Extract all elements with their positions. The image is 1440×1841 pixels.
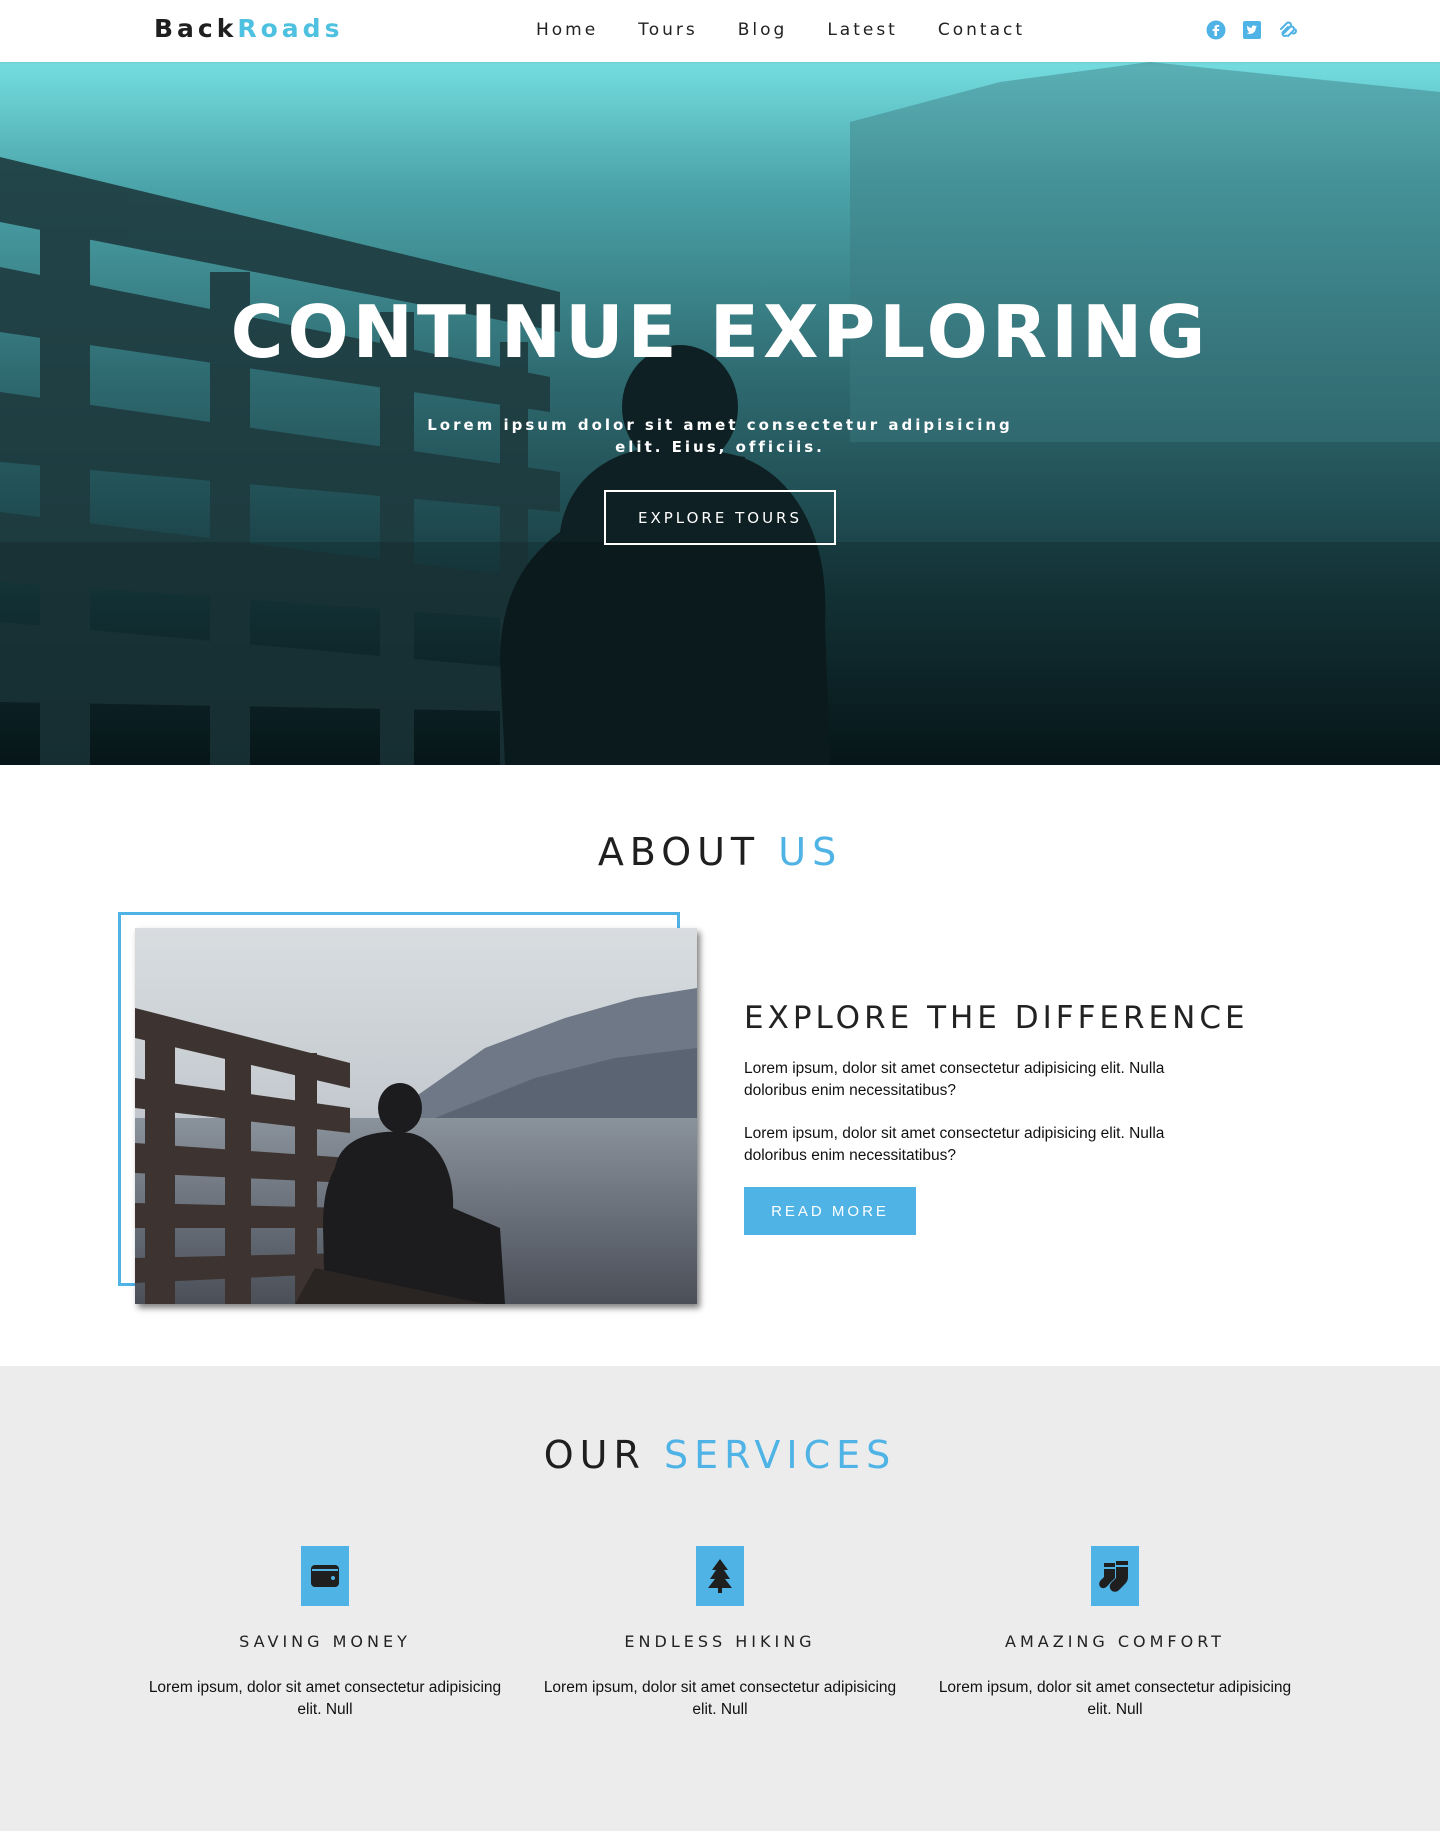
hero-subtitle: Lorem ipsum dolor sit amet consectetur a… bbox=[427, 416, 1013, 456]
logo-text-back: Back bbox=[154, 14, 238, 43]
service-title: ENDLESS HIKING bbox=[624, 1632, 816, 1651]
squarespace-icon[interactable] bbox=[1278, 20, 1298, 40]
nav-link-latest[interactable]: Latest bbox=[827, 20, 898, 40]
twitter-icon[interactable] bbox=[1242, 20, 1262, 40]
nav-menu: Home Tours Blog Latest Contact bbox=[536, 20, 1065, 40]
service-card-saving-money: SAVING MONEY Lorem ipsum, dolor sit amet… bbox=[140, 1546, 510, 1721]
logo-text-roads: Roads bbox=[237, 14, 344, 43]
service-title: AMAZING COMFORT bbox=[1005, 1632, 1225, 1651]
about-title-highlight: US bbox=[778, 830, 843, 874]
about-section-title: ABOUT US bbox=[0, 830, 1440, 874]
hero-title: CONTINUE EXPLORING bbox=[230, 290, 1210, 374]
tree-icon bbox=[696, 1546, 744, 1606]
nav-link-contact[interactable]: Contact bbox=[938, 20, 1025, 40]
service-card-endless-hiking: ENDLESS HIKING Lorem ipsum, dolor sit am… bbox=[535, 1546, 905, 1721]
services-title-main: OUR bbox=[543, 1433, 646, 1477]
top-navbar: BackRoads Home Tours Blog Latest Contact bbox=[0, 0, 1440, 62]
about-photo bbox=[135, 928, 697, 1304]
service-text: Lorem ipsum, dolor sit amet consectetur … bbox=[148, 1679, 502, 1718]
social-links bbox=[1206, 20, 1298, 40]
nav-link-tours[interactable]: Tours bbox=[638, 20, 698, 40]
about-paragraph-2: Lorem ipsum, dolor sit amet consectetur … bbox=[744, 1125, 1165, 1164]
services-section: OUR SERVICES SAVING MONEY Lorem ipsum, d… bbox=[0, 1366, 1440, 1831]
service-title: SAVING MONEY bbox=[239, 1632, 411, 1651]
wallet-icon bbox=[301, 1546, 349, 1606]
services-section-title: OUR SERVICES bbox=[0, 1433, 1440, 1477]
nav-link-home[interactable]: Home bbox=[536, 20, 598, 40]
hero-banner: CONTINUE EXPLORING Lorem ipsum dolor sit… bbox=[0, 62, 1440, 765]
nav-link-blog[interactable]: Blog bbox=[738, 20, 788, 40]
about-heading: EXPLORE THE DIFFERENCE bbox=[744, 1000, 1249, 1036]
about-title-main: ABOUT bbox=[597, 830, 761, 874]
facebook-icon[interactable] bbox=[1206, 20, 1226, 40]
about-paragraph-1: Lorem ipsum, dolor sit amet consectetur … bbox=[744, 1060, 1165, 1099]
socks-icon bbox=[1091, 1546, 1139, 1606]
explore-tours-button[interactable]: EXPLORE TOURS bbox=[604, 490, 836, 545]
service-text: Lorem ipsum, dolor sit amet consectetur … bbox=[543, 1679, 897, 1718]
services-title-highlight: SERVICES bbox=[663, 1433, 897, 1477]
logo[interactable]: BackRoads bbox=[154, 14, 343, 43]
service-text: Lorem ipsum, dolor sit amet consectetur … bbox=[938, 1679, 1292, 1718]
read-more-button[interactable]: READ MORE bbox=[744, 1187, 916, 1235]
service-card-amazing-comfort: AMAZING COMFORT Lorem ipsum, dolor sit a… bbox=[930, 1546, 1300, 1721]
